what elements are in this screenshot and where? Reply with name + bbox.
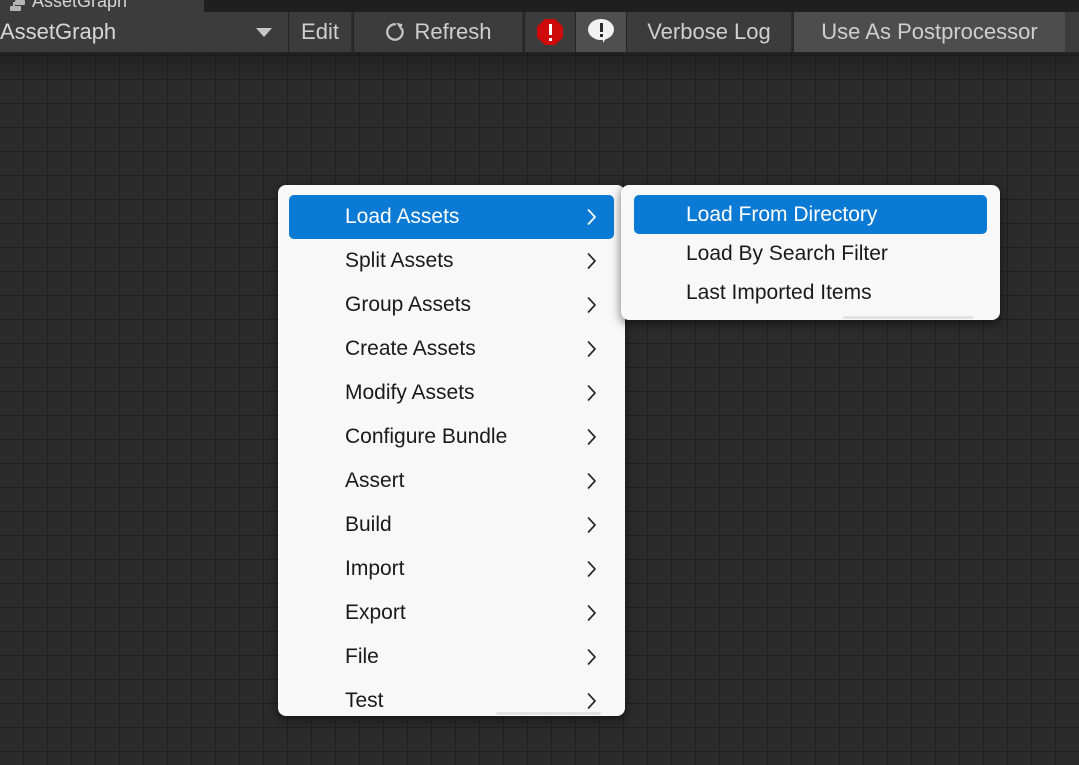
node-creation-context-menu: Load Assets Split Assets Group Assets Creat… [278, 185, 625, 716]
verbose-log-button[interactable]: Verbose Log [627, 12, 791, 52]
edit-button[interactable]: Edit [289, 12, 351, 52]
menu-item-label: Assert [345, 469, 405, 492]
chevron-right-icon [587, 384, 597, 402]
menu-item-load-assets[interactable]: Load Assets [289, 195, 614, 239]
menu-item-label: File [345, 645, 379, 668]
menu-item-modify-assets[interactable]: Modify Assets [289, 371, 614, 415]
graph-select-value: AssetGraph [0, 19, 117, 44]
assetgraph-window: AssetGraph AssetGraph Edit Refresh Verbo… [0, 0, 1079, 765]
submenu-items: Load From Directory Load By Search Filter… [621, 195, 1000, 312]
refresh-icon [384, 21, 406, 43]
submenu-item-load-by-search-filter[interactable]: Load By Search Filter [634, 234, 987, 273]
error-count-button[interactable] [525, 12, 575, 52]
menu-item-split-assets[interactable]: Split Assets [289, 239, 614, 283]
menu-item-create-assets[interactable]: Create Assets [289, 327, 614, 371]
submenu-item-last-imported-items[interactable]: Last Imported Items [634, 273, 987, 312]
context-menu-items: Load Assets Split Assets Group Assets Creat… [278, 195, 625, 723]
menu-item-file[interactable]: File [289, 635, 614, 679]
chevron-right-icon [587, 252, 597, 270]
menu-item-label: Load By Search Filter [686, 241, 888, 265]
edit-button-label: Edit [301, 19, 339, 44]
submenu-scroll-indicator[interactable] [621, 316, 1000, 320]
refresh-button[interactable]: Refresh [354, 12, 522, 52]
use-as-postprocessor-toggle[interactable]: Use As Postprocessor [794, 12, 1065, 52]
toolbar: AssetGraph Edit Refresh Verbose Log Use … [0, 12, 1079, 52]
chevron-right-icon [587, 472, 597, 490]
graph-select-dropdown[interactable]: AssetGraph [0, 12, 288, 52]
menu-item-label: Import [345, 557, 405, 580]
menu-scroll-indicator[interactable] [278, 712, 625, 716]
menu-item-label: Modify Assets [345, 381, 475, 404]
tab-label: AssetGraph [32, 0, 128, 11]
chevron-right-icon [587, 692, 597, 710]
chevron-right-icon [587, 516, 597, 534]
menu-item-label: Test [345, 689, 384, 712]
menu-item-build[interactable]: Build [289, 503, 614, 547]
assetgraph-icon [10, 0, 26, 11]
error-octagon-icon [537, 19, 563, 45]
menu-item-group-assets[interactable]: Group Assets [289, 283, 614, 327]
speech-bubble-exclamation-icon [588, 19, 614, 45]
toolbar-filler [1065, 12, 1079, 52]
submenu-item-load-from-directory[interactable]: Load From Directory [634, 195, 987, 234]
chevron-right-icon [587, 648, 597, 666]
chevron-down-icon [256, 28, 272, 37]
use-as-postprocessor-label: Use As Postprocessor [821, 19, 1038, 44]
menu-item-label: Group Assets [345, 293, 472, 316]
tab-strip: AssetGraph [0, 0, 1079, 12]
refresh-button-label: Refresh [414, 19, 492, 44]
chevron-right-icon [587, 560, 597, 578]
chevron-right-icon [587, 208, 597, 226]
menu-item-test[interactable]: Test [289, 679, 614, 723]
tab-assetgraph[interactable]: AssetGraph [0, 0, 204, 12]
menu-item-label: Load From Directory [686, 202, 878, 226]
verbose-log-label: Verbose Log [647, 19, 771, 44]
menu-item-label: Configure Bundle [345, 425, 508, 448]
load-assets-submenu: Load From Directory Load By Search Filter… [621, 185, 1000, 320]
chevron-right-icon [587, 604, 597, 622]
chevron-right-icon [587, 428, 597, 446]
log-toggle-button[interactable] [576, 12, 626, 52]
menu-item-export[interactable]: Export [289, 591, 614, 635]
menu-item-label: Last Imported Items [686, 280, 872, 304]
menu-item-import[interactable]: Import [289, 547, 614, 591]
menu-item-label: Split Assets [345, 249, 454, 272]
chevron-right-icon [587, 340, 597, 358]
chevron-right-icon [587, 296, 597, 314]
menu-item-label: Build [345, 513, 392, 536]
menu-item-label: Load Assets [345, 205, 460, 228]
menu-item-assert[interactable]: Assert [289, 459, 614, 503]
menu-item-label: Create Assets [345, 337, 476, 360]
menu-item-label: Export [345, 601, 406, 624]
menu-item-configure-bundle[interactable]: Configure Bundle [289, 415, 614, 459]
